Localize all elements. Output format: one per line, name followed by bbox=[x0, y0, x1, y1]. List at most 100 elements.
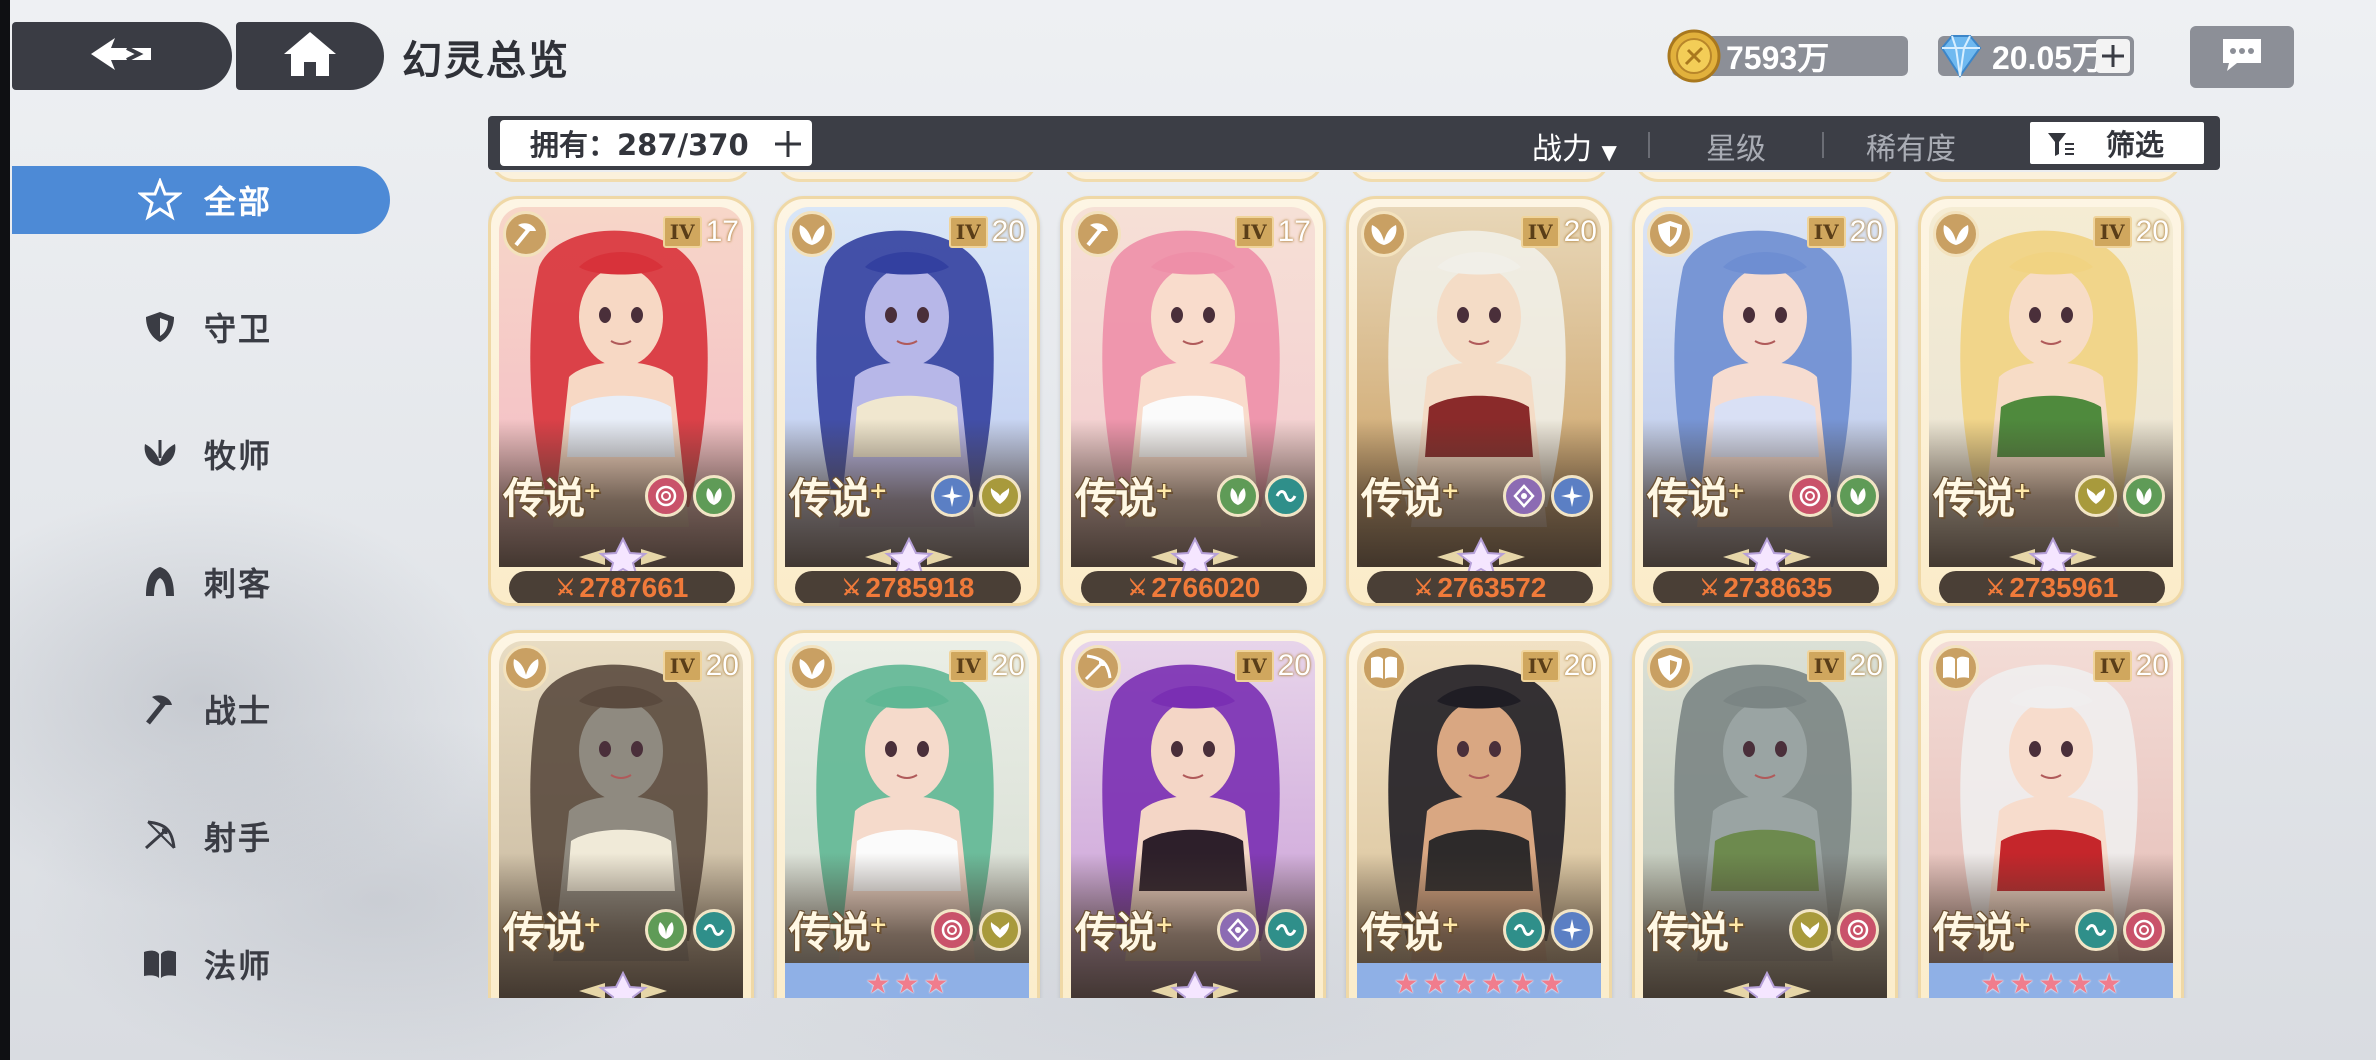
coin-counter: 7593万 bbox=[1667, 29, 1908, 83]
sidebar-item-all[interactable]: 全部 bbox=[12, 166, 390, 234]
filter-button[interactable]: 筛选 bbox=[2028, 120, 2206, 166]
chat-button[interactable] bbox=[2190, 26, 2294, 88]
level-badge: IV 20 bbox=[948, 647, 1025, 685]
back-button[interactable] bbox=[12, 22, 232, 90]
sort-by-power[interactable]: 战力 ▼ bbox=[1532, 124, 1617, 168]
crossed-swords-icon: ⚔ bbox=[555, 575, 576, 600]
leaf-heal-icon bbox=[1371, 225, 1397, 245]
tier-label: IV bbox=[2092, 650, 2132, 682]
expand-plus-icon bbox=[772, 128, 804, 164]
element-icons bbox=[2075, 909, 2165, 951]
hero-card-grid: IV 17 传说+ ⚔ 2787661 IV 20 传说+ ⚔ 2785918 … bbox=[488, 172, 2208, 998]
shield-class-badge bbox=[1647, 211, 1693, 257]
sort-by-rarity[interactable]: 稀有度 bbox=[1866, 124, 1956, 168]
axe-icon bbox=[138, 687, 182, 731]
star-icon: ★ bbox=[2038, 966, 2064, 999]
level-number: 20 bbox=[991, 215, 1025, 248]
star-icon: ★ bbox=[1481, 966, 1507, 999]
sidebar-item-label: 牧师 bbox=[204, 437, 273, 475]
wing-element-icon bbox=[979, 475, 1021, 517]
level-badge: IV 20 bbox=[2092, 213, 2169, 251]
star-icon: ★ bbox=[865, 966, 891, 999]
combat-power-value: 2785918 bbox=[865, 572, 975, 603]
plus-mark: + bbox=[1155, 478, 1173, 504]
hero-card[interactable]: IV 20 传说+ bbox=[488, 630, 754, 998]
combat-power: ⚔ 2787661 bbox=[509, 571, 735, 603]
sidebar-item-archer[interactable]: 射手 bbox=[12, 802, 390, 870]
sort-by-star[interactable]: 星级 bbox=[1706, 124, 1766, 168]
leaf-element-icon bbox=[645, 909, 687, 951]
level-badge: IV 20 bbox=[1520, 213, 1597, 251]
rarity-label: 传说+ bbox=[503, 465, 602, 526]
rarity-text: 传说 bbox=[1361, 474, 1443, 523]
hero-card[interactable]: IV 20 传说+ ⚔ 2785918 bbox=[774, 196, 1040, 606]
book-icon bbox=[138, 942, 182, 986]
hero-card[interactable]: IV 20 传说+ ⚔ 2738635 bbox=[1632, 196, 1898, 606]
swirl-element-icon bbox=[1837, 909, 1879, 951]
hero-card[interactable]: IV 20 传说+ ⚔ 2735961 bbox=[1918, 196, 2184, 606]
crossed-swords-icon: ⚔ bbox=[1127, 575, 1148, 600]
element-icons bbox=[931, 909, 1021, 951]
rarity-text: 传说 bbox=[789, 908, 871, 957]
leaf-heal-class-badge bbox=[789, 645, 835, 691]
bow-class-badge bbox=[1075, 645, 1121, 691]
divider bbox=[1648, 132, 1650, 158]
hero-card[interactable]: IV 20 传说+ bbox=[1060, 630, 1326, 998]
sidebar-item-mage[interactable]: 法师 bbox=[12, 930, 390, 998]
element-icons bbox=[1789, 475, 1879, 517]
star-icon: ★ bbox=[1980, 966, 2006, 999]
rarity-text: 传说 bbox=[1647, 474, 1729, 523]
sidebar-item-warrior[interactable]: 战士 bbox=[12, 675, 390, 743]
sidebar-item-assassin[interactable]: 刺客 bbox=[12, 548, 390, 616]
filter-bar: 拥有：287/370 战力 ▼ 星级 稀有度 筛选 bbox=[488, 116, 2220, 170]
frost-element-icon bbox=[931, 475, 973, 517]
level-number: 20 bbox=[1563, 649, 1597, 682]
add-gems-button[interactable] bbox=[2096, 39, 2130, 73]
rarity-text: 传说 bbox=[1933, 908, 2015, 957]
scrolled-card-edge bbox=[1062, 172, 1324, 182]
sidebar-item-label: 射手 bbox=[204, 819, 273, 857]
wave-element-icon bbox=[1265, 475, 1307, 517]
rank-crest-icon bbox=[1723, 970, 1811, 998]
crossed-swords-icon: ⚔ bbox=[1699, 575, 1720, 600]
owned-count-box[interactable]: 拥有：287/370 bbox=[500, 120, 812, 166]
combat-power: ⚔ 2766020 bbox=[1081, 571, 1307, 603]
level-badge: IV 20 bbox=[1234, 647, 1311, 685]
star-icon: ★ bbox=[1422, 966, 1448, 999]
hero-card[interactable]: IV 20 传说+ ⚔ 2763572 bbox=[1346, 196, 1612, 606]
star-icon: ★ bbox=[894, 966, 920, 999]
shield-class-badge bbox=[1647, 645, 1693, 691]
rarity-text: 传说 bbox=[1933, 474, 2015, 523]
sidebar-item-label: 法师 bbox=[204, 947, 273, 985]
hero-card[interactable]: IV 20 传说+ bbox=[1632, 630, 1898, 998]
rarity-text: 传说 bbox=[1361, 908, 1443, 957]
star-icon: ★ bbox=[2009, 966, 2035, 999]
hero-card[interactable]: IV 20 传说+ ★ ★ ★ bbox=[774, 630, 1040, 998]
hero-card[interactable]: IV 20 传说+ ★ ★ ★ ★ ★ ★ bbox=[1346, 630, 1612, 998]
sidebar-item-priest[interactable]: 牧师 bbox=[12, 420, 390, 488]
gem-counter: 20.05万 bbox=[1938, 35, 2134, 78]
owned-count-label: 拥有：287/370 bbox=[530, 128, 749, 162]
hero-card[interactable]: IV 17 传说+ ⚔ 2787661 bbox=[488, 196, 754, 606]
wave-element-icon bbox=[2075, 909, 2117, 951]
leaf-heal-class-badge bbox=[1361, 211, 1407, 257]
rarity-label: 传说+ bbox=[1361, 899, 1460, 960]
crossed-swords-icon: ⚔ bbox=[1413, 575, 1434, 600]
rank-crest-icon bbox=[1151, 970, 1239, 998]
swirl-element-icon bbox=[931, 909, 973, 951]
element-icons bbox=[1789, 909, 1879, 951]
element-icons bbox=[1217, 909, 1307, 951]
rarity-text: 传说 bbox=[1647, 908, 1729, 957]
hero-card[interactable]: IV 20 传说+ ★ ★ ★ ★ ★ bbox=[1918, 630, 2184, 998]
swirl-element-icon bbox=[645, 475, 687, 517]
leaf-heal-class-badge bbox=[503, 645, 549, 691]
home-button[interactable] bbox=[236, 22, 384, 90]
hero-card[interactable]: IV 17 传说+ ⚔ 2766020 bbox=[1060, 196, 1326, 606]
sidebar-item-guard[interactable]: 守卫 bbox=[12, 293, 390, 361]
sidebar-item-label: 刺客 bbox=[204, 565, 273, 603]
leaf-heal-icon bbox=[799, 659, 825, 679]
level-badge: IV 20 bbox=[948, 213, 1025, 251]
level-number: 20 bbox=[2135, 215, 2169, 248]
rarity-text: 传说 bbox=[789, 474, 871, 523]
chat-bubble-icon bbox=[2219, 35, 2265, 79]
